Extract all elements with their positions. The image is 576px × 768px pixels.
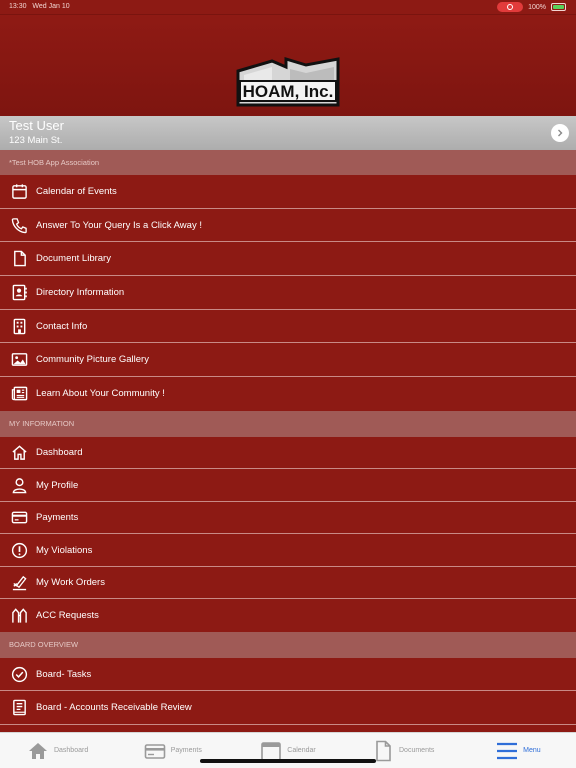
menu-item-document-library[interactable]: Document Library <box>0 242 576 277</box>
ledger-icon <box>0 699 36 716</box>
menu-item-calendar-of-events[interactable]: Calendar of Events <box>0 175 576 209</box>
menu-item-dashboard[interactable]: Dashboard <box>0 437 576 470</box>
menu-item-my-profile[interactable]: My Profile <box>0 469 576 502</box>
section-header-board-overview: BOARD OVERVIEW <box>0 631 576 658</box>
battery-icon <box>551 3 566 11</box>
person-icon <box>0 477 36 494</box>
status-time: 13:30 Wed Jan 10 <box>9 3 70 10</box>
tab-label: Dashboard <box>53 747 89 754</box>
menu-item-label: My Work Orders <box>36 577 105 589</box>
newspaper-icon <box>0 385 36 402</box>
alert-icon <box>0 542 36 559</box>
work-order-icon <box>0 574 36 591</box>
app-header: HOAM, Inc. <box>0 14 576 116</box>
tab-dashboard[interactable]: Dashboard <box>0 733 115 768</box>
acc-request-icon <box>0 607 36 624</box>
side-menu: *Test HOB App Association Calendar of Ev… <box>0 150 576 732</box>
menu-item-label: My Violations <box>36 544 93 556</box>
menu-item-label: ACC Requests <box>36 610 99 622</box>
check-circle-icon <box>0 666 36 683</box>
building-icon <box>0 318 36 335</box>
section-header-my-information: MY INFORMATION <box>0 410 576 437</box>
menu-icon <box>497 742 518 759</box>
menu-item-label: Contact Info <box>36 320 88 332</box>
screen-recording-icon <box>497 2 524 12</box>
tab-label: Menu <box>523 747 541 754</box>
menu-item-community-picture-gallery[interactable]: Community Picture Gallery <box>0 343 576 378</box>
tab-menu[interactable]: Menu <box>461 733 576 768</box>
tab-label: Calendar <box>287 747 316 754</box>
menu-item-board-tasks[interactable]: Board- Tasks <box>0 658 576 692</box>
menu-item-acc-requests[interactable]: ACC Requests <box>0 599 576 632</box>
menu-item-answer-query[interactable]: Answer To Your Query Is a Click Away ! <box>0 209 576 243</box>
phone-icon <box>0 217 36 234</box>
menu-item-payments[interactable]: Payments <box>0 502 576 535</box>
menu-item-label: Payments <box>36 512 79 524</box>
home-icon <box>28 742 47 759</box>
tab-label: Payments <box>170 747 202 754</box>
calendar-icon <box>0 183 36 200</box>
menu-item-directory-information[interactable]: Directory Information <box>0 276 576 310</box>
user-name: Test User <box>9 118 64 133</box>
user-address: 123 Main St. <box>9 135 63 146</box>
menu-item-my-violations[interactable]: My Violations <box>0 534 576 567</box>
menu-item-contact-info[interactable]: Contact Info <box>0 310 576 344</box>
status-bar: 13:30 Wed Jan 10 100% <box>0 0 576 14</box>
menu-item-label: Dashboard <box>36 447 83 459</box>
menu-item-label: My Profile <box>36 479 79 491</box>
menu-item-label: Learn About Your Community ! <box>36 388 165 400</box>
image-icon <box>0 351 36 368</box>
contact-card-icon <box>0 284 36 301</box>
menu-item-label: Community Picture Gallery <box>36 354 149 366</box>
menu-item-learn-about-community[interactable]: Learn About Your Community ! <box>0 377 576 411</box>
battery-percentage: 100% <box>528 3 546 11</box>
menu-item-label: Directory Information <box>36 286 125 298</box>
menu-item-label: Answer To Your Query Is a Click Away ! <box>36 219 202 231</box>
user-profile-bar[interactable]: Test User 123 Main St. <box>0 116 576 150</box>
document-icon <box>0 250 36 267</box>
home-indicator[interactable] <box>200 759 376 763</box>
tab-label: Documents <box>399 747 435 754</box>
svg-text:HOAM, Inc.: HOAM, Inc. <box>243 82 334 101</box>
menu-item-label: Document Library <box>36 253 111 265</box>
section-header-association: *Test HOB App Association <box>0 150 576 175</box>
chevron-right-icon[interactable] <box>551 124 569 142</box>
home-icon <box>0 444 36 461</box>
menu-item-label: Calendar of Events <box>36 185 117 197</box>
menu-item-label: Board- Tasks <box>36 668 92 680</box>
credit-card-icon <box>0 509 36 526</box>
hoam-logo: HOAM, Inc. <box>236 56 340 107</box>
menu-item-label: Board - Accounts Receivable Review <box>36 702 192 714</box>
menu-item-board-accounts-receivable[interactable]: Board - Accounts Receivable Review <box>0 691 576 725</box>
credit-card-icon <box>144 743 166 759</box>
menu-item-my-work-orders[interactable]: My Work Orders <box>0 567 576 600</box>
status-indicators: 100% <box>497 2 566 12</box>
document-icon <box>376 740 391 761</box>
